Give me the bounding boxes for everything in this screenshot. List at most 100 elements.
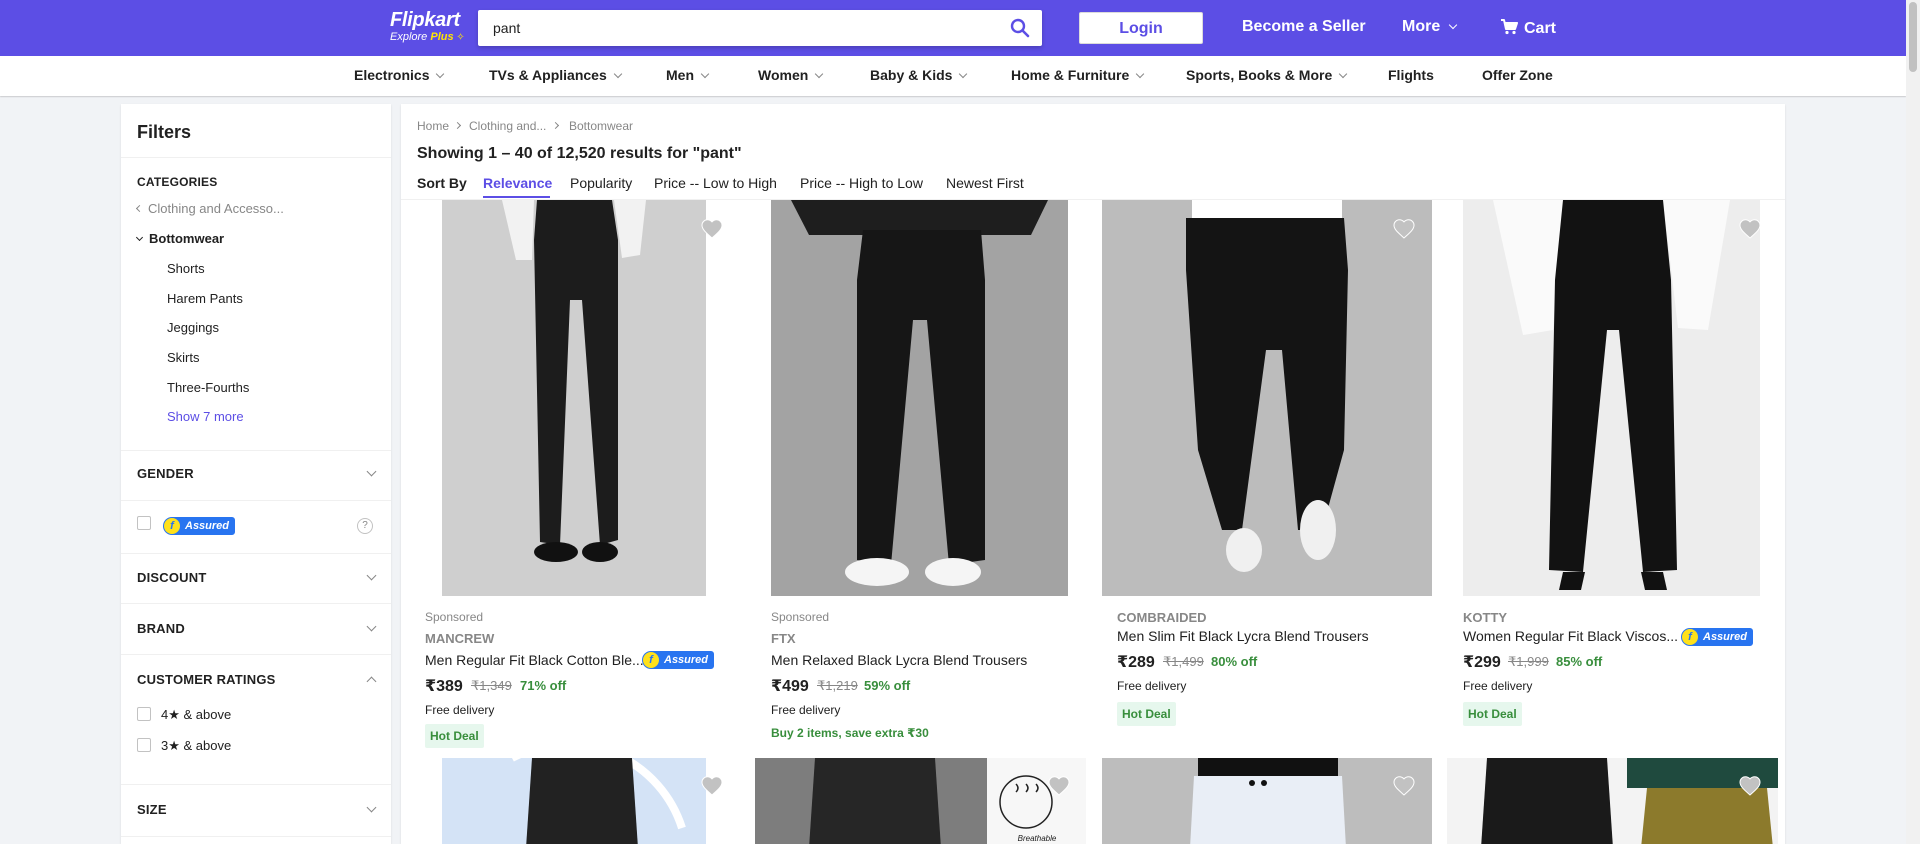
subcategory-skirts[interactable]: Skirts xyxy=(167,350,200,365)
nav-men[interactable]: Men xyxy=(666,67,710,83)
flipkart-f-icon: f xyxy=(1682,629,1698,645)
product-image[interactable] xyxy=(771,200,1068,596)
sort-price-high-low[interactable]: Price -- High to Low xyxy=(800,175,923,191)
chevron-down-icon xyxy=(959,69,968,79)
more-menu[interactable]: More xyxy=(1402,17,1457,37)
product-brand: MANCREW xyxy=(425,631,495,646)
rating-4-checkbox[interactable] xyxy=(137,707,151,721)
divider xyxy=(121,836,391,837)
current-category: Bottomwear xyxy=(135,231,224,246)
chevron-down-icon[interactable] xyxy=(366,802,377,813)
customer-ratings-heading[interactable]: CUSTOMER RATINGS xyxy=(137,672,276,687)
logo-brand: Flipkart xyxy=(390,9,460,31)
product-title[interactable]: Men Regular Fit Black Cotton Ble... xyxy=(425,652,644,668)
breadcrumb-bottomwear[interactable]: Bottomwear xyxy=(569,119,633,133)
subcategory-shorts[interactable]: Shorts xyxy=(167,261,205,276)
product-title[interactable]: Men Relaxed Black Lycra Blend Trousers xyxy=(771,652,1027,668)
chevron-down-icon xyxy=(613,69,622,79)
page-scrollbar[interactable] xyxy=(1906,0,1920,844)
breadcrumb-clothing[interactable]: Clothing and... xyxy=(469,119,546,133)
product-image[interactable] xyxy=(1102,758,1432,844)
wishlist-heart-icon[interactable] xyxy=(1047,774,1071,798)
product-image[interactable] xyxy=(1447,758,1778,844)
subcategory-three-fourths[interactable]: Three-Fourths xyxy=(167,380,249,395)
flipkart-f-icon: f xyxy=(643,652,659,668)
search-input[interactable] xyxy=(493,10,993,46)
product-title[interactable]: Men Slim Fit Black Lycra Blend Trousers xyxy=(1117,628,1369,644)
discount-heading[interactable]: DISCOUNT xyxy=(137,570,207,585)
chevron-down-icon xyxy=(700,69,710,79)
nav-label: Electronics xyxy=(354,67,430,83)
product-image[interactable] xyxy=(442,758,706,844)
subcategory-harem-pants[interactable]: Harem Pants xyxy=(167,291,243,306)
product-title[interactable]: Women Regular Fit Black Viscos... xyxy=(1463,628,1678,644)
nav-offer-zone[interactable]: Offer Zone xyxy=(1482,67,1553,83)
product-image[interactable] xyxy=(1102,200,1432,596)
gender-heading[interactable]: GENDER xyxy=(137,466,194,481)
product-photo xyxy=(1447,758,1778,844)
search-icon[interactable] xyxy=(1010,18,1030,38)
chevron-down-icon xyxy=(135,233,144,242)
assured-badge: f Assured xyxy=(1681,628,1754,646)
nav-sports-books[interactable]: Sports, Books & More xyxy=(1186,67,1348,83)
divider xyxy=(121,157,391,158)
rating-4-label[interactable]: 4★ & above xyxy=(161,707,231,723)
login-button[interactable]: Login xyxy=(1079,12,1203,44)
product-mrp: ₹1,219 xyxy=(817,678,858,693)
search-bar xyxy=(478,10,1042,46)
more-label: More xyxy=(1402,18,1441,35)
wishlist-heart-icon[interactable] xyxy=(700,217,724,241)
sort-relevance[interactable]: Relevance xyxy=(483,175,552,191)
wishlist-heart-icon[interactable] xyxy=(1738,774,1762,798)
product-photo xyxy=(1102,200,1432,596)
chevron-down-icon[interactable] xyxy=(366,466,377,477)
chevron-down-icon[interactable] xyxy=(366,621,377,632)
flipkart-logo[interactable]: Flipkart Explore Plus ✧ xyxy=(390,9,465,44)
product-mrp: ₹1,499 xyxy=(1163,654,1204,669)
nav-tvs-appliances[interactable]: TVs & Appliances xyxy=(489,67,622,83)
become-seller-link[interactable]: Become a Seller xyxy=(1242,17,1366,37)
parent-category-link[interactable]: Clothing and Accesso... xyxy=(135,201,284,216)
wishlist-heart-icon[interactable] xyxy=(1392,217,1416,241)
subcategory-jeggings[interactable]: Jeggings xyxy=(167,320,219,335)
rating-3-checkbox[interactable] xyxy=(137,738,151,752)
chevron-left-icon xyxy=(135,204,144,213)
wishlist-heart-icon[interactable] xyxy=(700,774,724,798)
wishlist-heart-icon[interactable] xyxy=(1738,217,1762,241)
delivery-info: Free delivery xyxy=(1117,679,1187,693)
nav-home-furniture[interactable]: Home & Furniture xyxy=(1011,67,1145,83)
nav-label: Women xyxy=(758,67,809,83)
chevron-down-icon xyxy=(436,69,445,79)
chevron-down-icon xyxy=(1135,69,1145,79)
filters-sidebar: Filters CATEGORIES Clothing and Accesso.… xyxy=(121,104,391,844)
chevron-down-icon xyxy=(1339,69,1348,79)
divider xyxy=(121,500,391,501)
nav-flights[interactable]: Flights xyxy=(1388,67,1434,83)
sort-newest[interactable]: Newest First xyxy=(946,175,1024,191)
chevron-up-icon[interactable] xyxy=(366,676,377,687)
breadcrumb-home[interactable]: Home xyxy=(417,119,449,133)
product-image[interactable] xyxy=(1463,200,1760,596)
product-image[interactable]: Breathable xyxy=(755,758,1086,844)
nav-label: Men xyxy=(666,67,694,83)
help-icon[interactable]: ? xyxy=(357,518,373,534)
divider xyxy=(121,553,391,554)
chevron-down-icon[interactable] xyxy=(366,570,377,581)
assured-checkbox[interactable] xyxy=(137,516,151,530)
scrollbar-thumb[interactable] xyxy=(1909,2,1917,72)
nav-electronics[interactable]: Electronics xyxy=(354,67,445,83)
rating-3-label[interactable]: 3★ & above xyxy=(161,738,231,754)
cart-link[interactable]: Cart xyxy=(1500,17,1556,39)
brand-heading[interactable]: BRAND xyxy=(137,621,185,636)
nav-label: Home & Furniture xyxy=(1011,67,1130,83)
product-brand: KOTTY xyxy=(1463,610,1508,625)
sort-popularity[interactable]: Popularity xyxy=(570,175,632,191)
wishlist-heart-icon[interactable] xyxy=(1392,774,1416,798)
show-more-link[interactable]: Show 7 more xyxy=(167,409,244,424)
product-image[interactable] xyxy=(442,200,706,596)
size-heading[interactable]: SIZE xyxy=(137,802,167,817)
chevron-right-icon xyxy=(453,121,462,130)
nav-baby-kids[interactable]: Baby & Kids xyxy=(870,67,968,83)
sort-price-low-high[interactable]: Price -- Low to High xyxy=(654,175,777,191)
nav-women[interactable]: Women xyxy=(758,67,824,83)
